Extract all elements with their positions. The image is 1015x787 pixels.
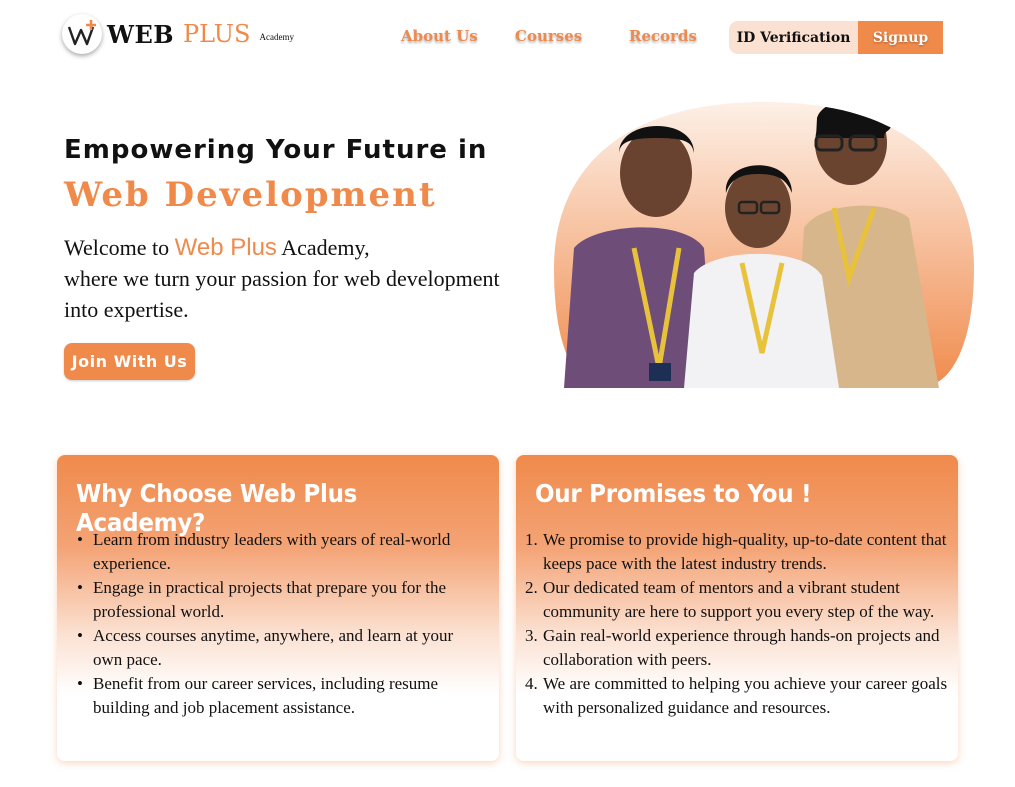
why-choose-card: Why Choose Web Plus Academy? • Learn from… [57, 455, 499, 761]
list-item: 2. Our dedicated team of mentors and a vi… [525, 578, 935, 621]
list-number: 1. [525, 530, 538, 549]
list-item: • Access courses anytime, anywhere, and l… [77, 626, 454, 669]
nav-about-us[interactable]: About Us [401, 27, 478, 45]
site-logo[interactable]: WEB PLUS Academy [62, 14, 294, 54]
bullet-icon: • [77, 674, 83, 693]
logo-plus-text: PLUS [183, 20, 251, 48]
nav-records[interactable]: Records [629, 27, 697, 45]
id-verification-button[interactable]: ID Verification [729, 21, 858, 54]
hero-students-photo [554, 102, 974, 388]
welcome-pre: Welcome to [64, 235, 170, 260]
signup-button[interactable]: Signup [858, 21, 943, 54]
w-plus-logo-icon [62, 14, 102, 54]
list-item: • Benefit from our career services, inclu… [77, 674, 439, 717]
welcome-line-3: into expertise. [64, 297, 189, 322]
hero-welcome-text: Welcome to Web Plus Academy, where we tu… [64, 232, 534, 325]
promises-title: Our Promises to You ! [535, 479, 812, 508]
welcome-line-2: where we turn your passion for web devel… [64, 266, 500, 291]
why-choose-list: • Learn from industry leaders with years … [77, 528, 493, 720]
bullet-icon: • [77, 530, 83, 549]
list-item: 1. We promise to provide high-quality, up… [525, 530, 947, 573]
welcome-post: Academy, [281, 235, 370, 260]
hero-title: Empowering Your Future in [64, 135, 488, 165]
list-item: • Learn from industry leaders with years … [77, 530, 451, 573]
list-number: 2. [525, 578, 538, 597]
welcome-brand: Web Plus [174, 234, 277, 261]
logo-web-text: WEB [107, 19, 175, 49]
promises-card: Our Promises to You ! 1. We promise to pr… [516, 455, 958, 761]
logo-academy-text: Academy [259, 32, 294, 42]
list-item: 3. Gain real-world experience through han… [525, 626, 940, 669]
list-item: • Engage in practical projects that prepa… [77, 578, 447, 621]
promises-list: 1. We promise to provide high-quality, up… [525, 528, 955, 720]
list-item: 4. We are committed to helping you achie… [525, 674, 948, 717]
bullet-icon: • [77, 578, 83, 597]
list-number: 4. [525, 674, 538, 693]
join-with-us-button[interactable]: Join With Us [64, 343, 195, 380]
bullet-icon: • [77, 626, 83, 645]
nav-courses[interactable]: Courses [515, 27, 582, 45]
auth-nav-group: ID Verification Signup [729, 21, 943, 54]
list-number: 3. [525, 626, 538, 645]
hero-subtitle: Web Development [64, 175, 437, 215]
